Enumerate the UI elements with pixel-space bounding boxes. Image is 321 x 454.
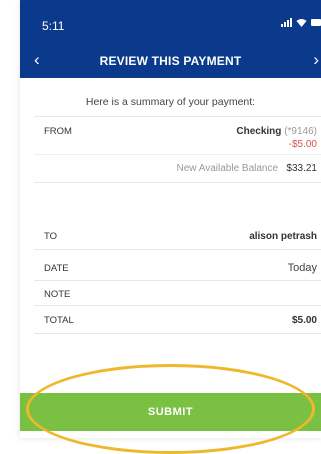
balance-value: $33.21 — [286, 163, 317, 174]
note-label: NOTE — [44, 289, 71, 300]
total-value: $5.00 — [291, 315, 317, 326]
from-account-name: Checking — [236, 126, 282, 137]
from-amount: -$5.00 — [288, 139, 317, 150]
summary-intro: Here is a summary of your payment: — [85, 96, 256, 108]
status-icons — [281, 18, 321, 27]
divider — [34, 333, 321, 334]
submit-button[interactable]: SUBMIT — [20, 393, 321, 431]
page-title: REVIEW THIS PAYMENT — [99, 54, 242, 68]
battery-icon — [311, 19, 321, 26]
to-label: TO — [44, 231, 58, 242]
from-account-number: (*9146) — [284, 126, 317, 137]
date-label: DATE — [44, 263, 69, 274]
status-bar: 5:11 — [20, 0, 321, 44]
wifi-icon — [296, 19, 307, 27]
from-label: FROM — [44, 126, 72, 137]
signal-icon — [281, 18, 292, 27]
balance: New Available Balance $33.21 — [177, 163, 318, 174]
balance-label: New Available Balance — [176, 163, 279, 174]
phone-screen: 5:11 ‹ REVIEW THIS PAYMENT › Here is a s… — [20, 0, 321, 438]
chevron-left-icon[interactable]: ‹ — [34, 51, 40, 68]
divider — [34, 305, 321, 306]
divider — [34, 249, 321, 250]
to-value: alison petrash — [249, 231, 317, 242]
total-label: TOTAL — [44, 315, 74, 326]
nav-bar: ‹ REVIEW THIS PAYMENT › — [20, 44, 321, 78]
divider — [34, 182, 321, 183]
from-account: Checking (*9146) — [236, 126, 317, 137]
chevron-right-icon[interactable]: › — [313, 51, 319, 68]
divider — [34, 116, 321, 117]
date-value: Today — [287, 262, 317, 274]
divider — [34, 154, 321, 155]
divider — [34, 280, 321, 281]
status-time: 5:11 — [42, 19, 65, 33]
